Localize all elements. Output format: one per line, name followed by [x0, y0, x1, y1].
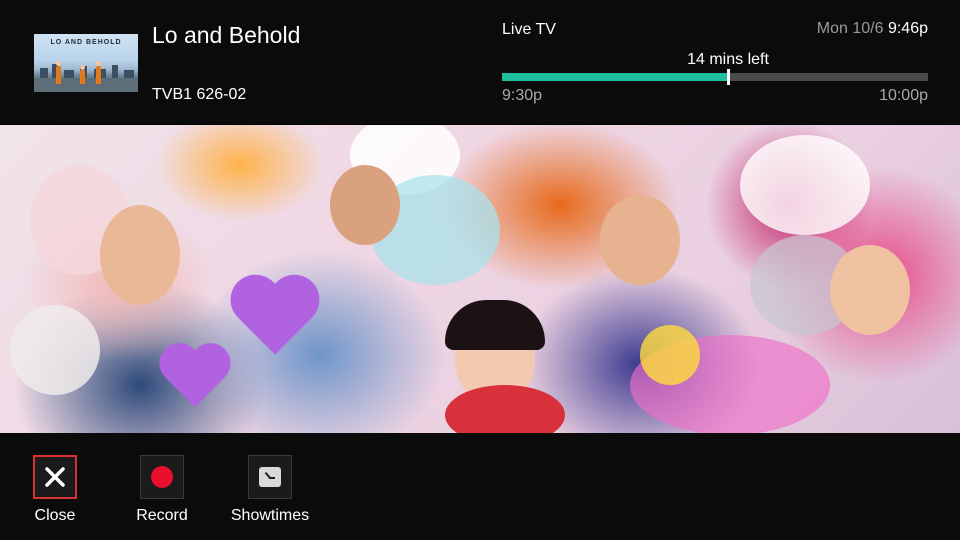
thumbnail-ground — [34, 78, 138, 92]
confetti-blur — [10, 305, 100, 395]
record-label: Record — [136, 507, 188, 524]
thumbnail-title: LO AND BEHOLD — [50, 39, 122, 46]
confetti-blur — [740, 135, 870, 235]
program-info-header: LO AND BEHOLD Lo and Behold TVB1 626-02 … — [0, 0, 960, 124]
showtimes-label: Showtimes — [230, 507, 310, 524]
showtimes-icon — [259, 467, 281, 487]
close-label: Close — [34, 507, 76, 524]
record-button-box[interactable] — [140, 455, 184, 499]
thumbnail-figure — [96, 61, 101, 84]
showtimes-button-box[interactable] — [248, 455, 292, 499]
channel-label: TVB1 626-02 — [152, 86, 247, 103]
performer-face — [100, 205, 180, 305]
start-time-label: 9:30p — [502, 87, 543, 104]
clock-time: 9:46p — [887, 20, 928, 37]
purple-heart — [231, 277, 319, 357]
time-left-label: 14 mins left — [687, 51, 769, 68]
action-bar: Close Record Showtimes — [0, 433, 960, 540]
program-progress-bar — [502, 69, 928, 85]
thumbnail-figure — [56, 61, 61, 84]
date-label: Mon 10/6 — [816, 20, 884, 37]
purple-heart — [160, 345, 230, 409]
live-tv-label: Live TV — [502, 21, 556, 38]
record-button[interactable]: Record — [117, 455, 207, 525]
thumbnail-skyline — [34, 64, 138, 78]
progress-marker — [726, 69, 730, 85]
showtimes-button[interactable]: Showtimes — [225, 455, 315, 525]
close-button[interactable]: Close — [10, 455, 100, 525]
performer-face — [830, 245, 910, 335]
progress-fill — [502, 73, 728, 81]
close-icon — [45, 467, 65, 487]
video-player[interactable] — [0, 125, 960, 433]
performer-dress — [445, 385, 565, 433]
program-title: Lo and Behold — [152, 22, 301, 48]
record-icon — [151, 466, 173, 488]
performer-face — [330, 165, 400, 245]
performer-face — [600, 195, 680, 285]
confetti-blur — [640, 325, 700, 385]
performer-hair — [445, 300, 545, 350]
close-button-box[interactable] — [33, 455, 77, 499]
program-thumbnail: LO AND BEHOLD — [34, 34, 138, 92]
thumbnail-figure — [80, 65, 85, 84]
date-time: Mon 10/6 9:46p — [817, 20, 928, 38]
end-time-label: 10:00p — [879, 87, 928, 104]
